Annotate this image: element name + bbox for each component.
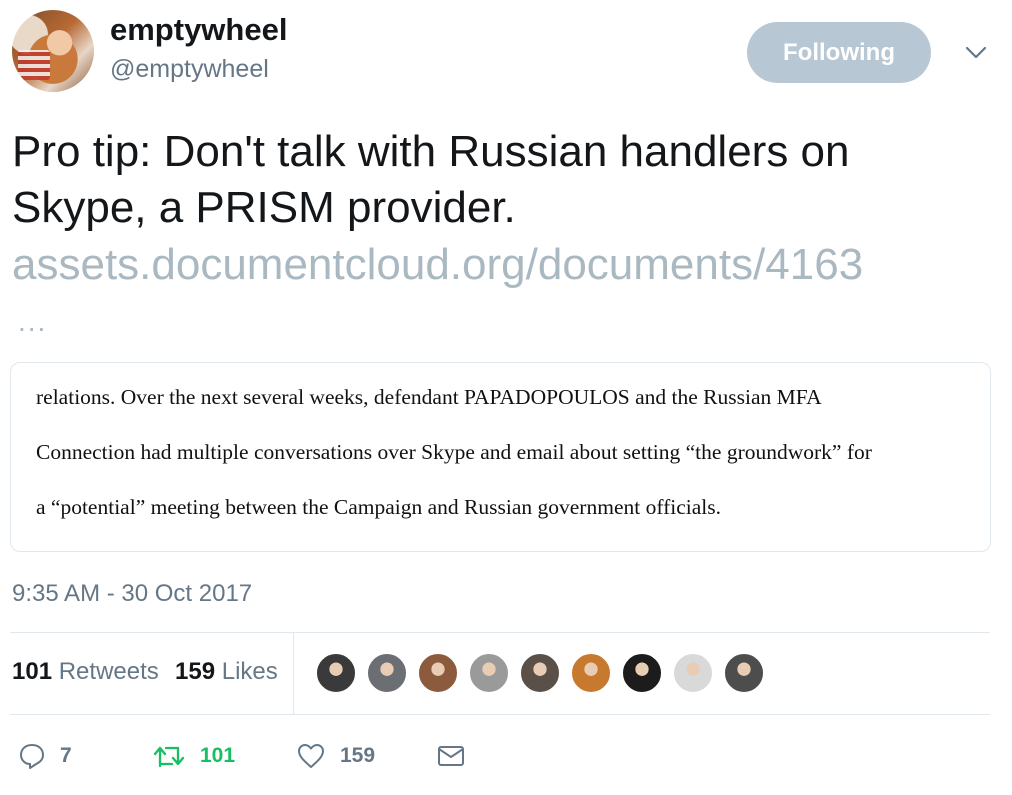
- excerpt-line: relations. Over the next several weeks, …: [36, 385, 822, 409]
- reply-action[interactable]: 7: [18, 738, 72, 774]
- liker-avatar[interactable]: [519, 652, 561, 694]
- document-excerpt-card[interactable]: relations. Over the next several weeks, …: [10, 362, 991, 552]
- liker-avatar[interactable]: [315, 652, 357, 694]
- excerpt-line: a “potential” meeting between the Campai…: [36, 495, 722, 519]
- user-handle[interactable]: @emptywheel: [110, 55, 269, 84]
- liker-avatar[interactable]: [621, 652, 663, 694]
- heart-icon: [298, 744, 324, 768]
- following-button[interactable]: Following: [747, 22, 931, 83]
- likes-label: Likes: [221, 658, 278, 685]
- retweets-label: Retweets: [58, 658, 159, 685]
- user-display-name[interactable]: emptywheel: [110, 12, 287, 48]
- envelope-icon: [438, 746, 464, 766]
- reply-count: 7: [60, 744, 72, 767]
- tweet-link[interactable]: assets.documentcloud.org/documents/4163: [12, 237, 863, 293]
- retweet-action[interactable]: 101: [152, 738, 235, 774]
- link-ellipsis: ...: [18, 306, 48, 337]
- liker-avatar[interactable]: [723, 652, 765, 694]
- likes-count: 159: [175, 658, 216, 685]
- direct-message-action[interactable]: [436, 738, 480, 774]
- tweet-text: Pro tip: Don't talk with Russian handler…: [12, 127, 850, 232]
- retweets-stat[interactable]: 101 Retweets: [12, 658, 159, 686]
- like-action[interactable]: 159: [296, 738, 375, 774]
- retweet-count: 101: [200, 744, 236, 767]
- divider: [10, 632, 990, 633]
- liker-avatar[interactable]: [570, 652, 612, 694]
- profile-avatar[interactable]: [12, 10, 94, 92]
- chevron-down-icon[interactable]: [964, 40, 988, 64]
- retweet-icon: [153, 746, 185, 768]
- liker-avatar[interactable]: [672, 652, 714, 694]
- liker-avatar[interactable]: [417, 652, 459, 694]
- liker-avatar[interactable]: [366, 652, 408, 694]
- excerpt-line: Connection had multiple conversations ov…: [36, 440, 872, 464]
- liker-avatar[interactable]: [468, 652, 510, 694]
- stats-divider: [293, 633, 294, 714]
- likes-stat[interactable]: 159 Likes: [175, 658, 278, 686]
- retweets-count: 101: [12, 658, 53, 685]
- like-count: 159: [340, 744, 376, 767]
- divider: [10, 714, 990, 715]
- reply-icon: [20, 744, 44, 769]
- tweet-timestamp[interactable]: 9:35 AM - 30 Oct 2017: [12, 580, 252, 608]
